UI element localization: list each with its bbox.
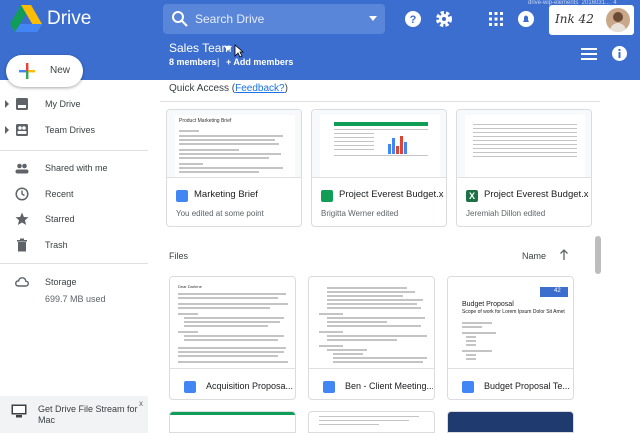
sidebar-item-label: Shared with me xyxy=(45,163,108,173)
file-thumbnail: Dear Darlene xyxy=(170,277,295,369)
trash-icon xyxy=(17,238,27,252)
svg-text:?: ? xyxy=(410,14,417,26)
doc-icon xyxy=(176,190,188,202)
file-name: Project Everest Budget.xl... xyxy=(484,189,589,200)
quick-access-divider xyxy=(160,101,600,102)
monitor-icon xyxy=(11,404,27,418)
cloud-icon xyxy=(15,277,29,287)
search-icon[interactable] xyxy=(171,10,189,28)
info-icon[interactable] xyxy=(611,45,628,62)
drive-logo-icon[interactable] xyxy=(10,5,42,33)
plus-icon xyxy=(19,63,35,79)
app-brand: Drive xyxy=(47,8,92,29)
team-drive-name[interactable]: Sales Team xyxy=(169,41,231,55)
file-thumbnail xyxy=(457,110,591,178)
quick-access-card[interactable]: X Project Everest Budget.xl... Jeremiah … xyxy=(456,109,592,227)
avatar[interactable] xyxy=(606,8,630,32)
file-card[interactable]: Dear Darlene Acquisition Proposa... xyxy=(169,276,296,400)
doc-icon xyxy=(323,381,335,393)
settings-icon[interactable] xyxy=(434,9,454,29)
file-name: Acquisition Proposa... xyxy=(206,381,294,391)
sidebar-item-storage[interactable]: Storage xyxy=(0,271,148,293)
file-card[interactable]: 42 Budget Proposal Scope of work for Lor… xyxy=(447,276,574,400)
expand-arrow-icon[interactable] xyxy=(5,126,9,134)
my-drive-icon xyxy=(16,98,28,110)
file-activity: Brigitta Werner edited xyxy=(321,209,399,218)
banner-text[interactable]: Get Drive File Stream for Mac xyxy=(38,404,138,426)
account-switcher[interactable]: Ink 42 xyxy=(549,5,634,35)
file-name: Project Everest Budget.xl... xyxy=(339,189,444,200)
star-icon xyxy=(15,212,29,225)
doc-icon xyxy=(462,381,474,393)
clock-icon xyxy=(15,187,29,201)
quick-access-card[interactable]: Product Marketing Brief Marketing Brief … xyxy=(166,109,302,227)
file-card[interactable] xyxy=(308,411,435,433)
feedback-link[interactable]: Feedback? xyxy=(235,83,284,94)
quick-access-card[interactable]: Project Everest Budget.xl... Brigitta We… xyxy=(311,109,447,227)
new-button[interactable]: New xyxy=(6,55,83,87)
sidebar-item-trash[interactable]: Trash xyxy=(0,234,148,256)
file-thumbnail: 42 Budget Proposal Scope of work for Lor… xyxy=(448,277,573,369)
expand-arrow-icon[interactable] xyxy=(5,100,9,108)
quick-access-heading: Quick Access (Feedback?) xyxy=(169,83,288,94)
sidebar-item-recent[interactable]: Recent xyxy=(0,183,148,205)
new-button-label: New xyxy=(50,65,71,76)
account-logo: Ink 42 xyxy=(555,12,594,26)
sidebar-item-label: My Drive xyxy=(45,99,81,109)
drive-file-stream-banner[interactable]: Get Drive File Stream for Mac x xyxy=(0,396,148,433)
thumbnail-heading: Dear Darlene xyxy=(178,284,202,289)
excel-icon: X xyxy=(466,190,478,202)
team-drives-icon xyxy=(16,124,28,136)
notifications-icon[interactable] xyxy=(516,9,536,29)
mouse-cursor-icon xyxy=(234,44,244,58)
people-icon xyxy=(15,163,29,174)
help-icon[interactable]: ? xyxy=(403,9,423,29)
vertical-scrollbar[interactable] xyxy=(595,236,601,274)
sidebar-item-label: Storage xyxy=(45,277,77,287)
team-separator: | xyxy=(217,57,220,67)
file-name: Budget Proposal Te... xyxy=(484,381,570,391)
thumbnail-title: Product Marketing Brief xyxy=(179,118,232,124)
sheets-icon xyxy=(321,190,333,202)
sidebar-item-label: Team Drives xyxy=(45,125,96,135)
file-activity: You edited at some point xyxy=(176,209,264,218)
sidebar-divider xyxy=(0,150,148,151)
sidebar-item-my-drive[interactable]: My Drive xyxy=(0,93,148,115)
file-card[interactable]: Ben - Client Meeting... xyxy=(308,276,435,400)
sidebar-item-shared-with-me[interactable]: Shared with me xyxy=(0,157,148,179)
sidebar-divider xyxy=(0,263,148,264)
sidebar-item-label: Recent xyxy=(45,189,74,199)
search-bar[interactable] xyxy=(163,4,385,34)
sidebar-item-label: Starred xyxy=(45,214,75,224)
doc-icon xyxy=(184,381,196,393)
list-view-icon[interactable] xyxy=(581,47,597,61)
app-header: Drive ? Ink 42 drive-wip-elements_201603… xyxy=(0,0,640,80)
file-thumbnail xyxy=(312,110,446,178)
watermark-text: drive-wip-elements_2016031..._4 xyxy=(528,0,617,6)
thumbnail-subtitle: Scope of work for Lorem Ipsum Dolor Sit … xyxy=(462,309,565,315)
file-name: Marketing Brief xyxy=(194,189,258,200)
sidebar-item-starred[interactable]: Starred xyxy=(0,208,148,230)
add-members-link[interactable]: + Add members xyxy=(226,57,293,67)
files-heading: Files xyxy=(169,251,189,261)
search-options-icon[interactable] xyxy=(369,16,377,21)
file-thumbnail: Product Marketing Brief xyxy=(167,110,301,178)
sidebar-item-team-drives[interactable]: Team Drives xyxy=(0,119,148,141)
sort-by-name-button[interactable]: Name xyxy=(522,251,546,261)
thumbnail-badge: 42 xyxy=(554,288,561,294)
file-activity: Jeremiah Dillon edited xyxy=(466,209,546,218)
file-card[interactable] xyxy=(447,411,574,433)
storage-used-text: 699.7 MB used xyxy=(45,294,106,304)
close-icon[interactable]: x xyxy=(139,399,143,408)
team-members-count[interactable]: 8 members xyxy=(169,57,217,67)
apps-icon[interactable] xyxy=(486,9,506,29)
sidebar-item-label: Trash xyxy=(45,240,68,250)
file-card[interactable] xyxy=(169,411,296,433)
team-menu-chevron-down-icon[interactable] xyxy=(224,46,232,51)
file-thumbnail xyxy=(309,277,434,369)
search-input[interactable] xyxy=(195,10,355,28)
arrow-up-icon[interactable] xyxy=(559,249,569,261)
thumbnail-title: Budget Proposal xyxy=(462,301,514,308)
file-name: Ben - Client Meeting... xyxy=(345,381,433,391)
